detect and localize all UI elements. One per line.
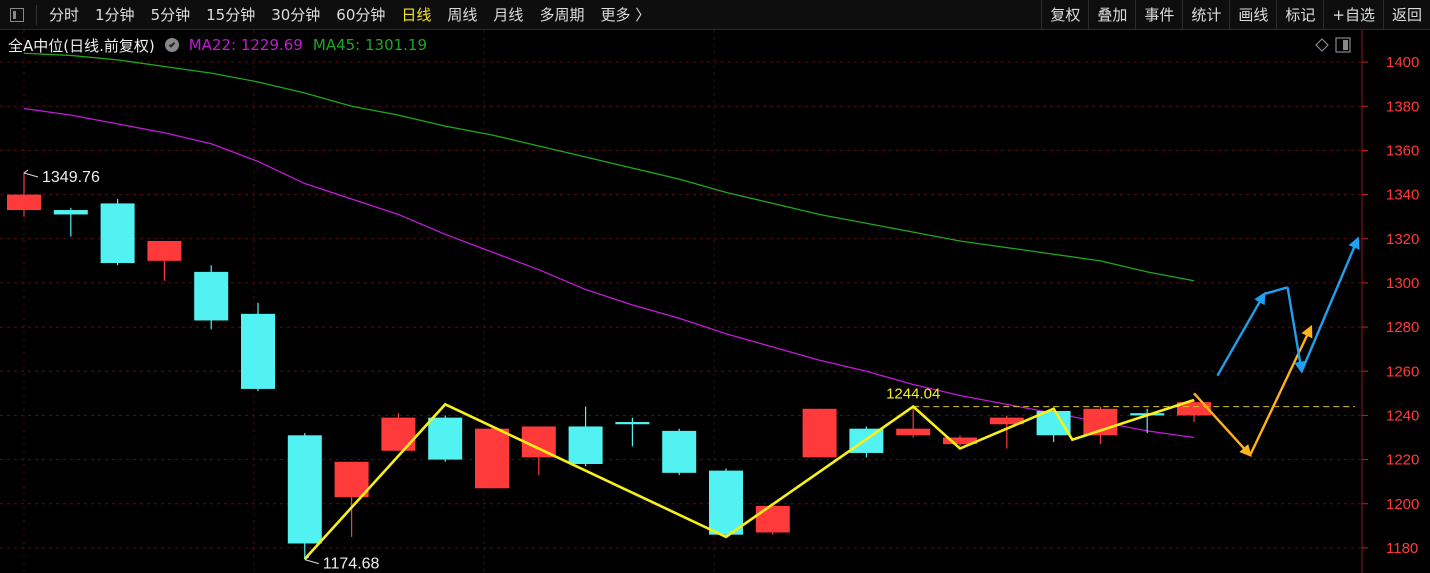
chart-toolbar: 分时 1分钟 5分钟 15分钟 30分钟 60分钟 日线 周线 月线 多周期 更多 〉 复权 叠加 事件… — [0, 0, 1430, 30]
candle-body-4 — [194, 271, 229, 321]
candle-body-16 — [755, 505, 790, 533]
period-tab-7[interactable]: 周线 — [439, 4, 485, 25]
price-tick-label-3: 1240 — [1386, 407, 1419, 424]
sidebar-toggle-icon[interactable] — [10, 7, 24, 22]
candle-body-7 — [334, 461, 369, 498]
price-tick-label-9: 1360 — [1386, 142, 1419, 159]
candle-body-0 — [7, 194, 41, 211]
toolbar-tools: 复权 叠加 事件 统计 画线 标记 +自选 返回 — [1041, 0, 1430, 30]
candle-body-13 — [615, 422, 650, 425]
period-tab-2[interactable]: 5分钟 — [143, 4, 199, 25]
period-tab-8[interactable]: 月线 — [485, 4, 531, 25]
toolbar-separator — [36, 4, 37, 25]
annotation-label-1: 1174.68 — [323, 556, 380, 573]
candle-body-8 — [381, 417, 416, 451]
price-tick-label-10: 1380 — [1386, 98, 1419, 115]
candle-body-19 — [896, 428, 931, 436]
diamond-icon[interactable] — [1315, 38, 1329, 52]
candles — [7, 172, 1211, 559]
tool-button-2[interactable]: 事件 — [1135, 0, 1182, 30]
tool-button-0[interactable]: 复权 — [1041, 0, 1088, 30]
price-tick-label-1: 1200 — [1386, 496, 1419, 513]
tool-button-6[interactable]: +自选 — [1323, 0, 1383, 30]
candle-body-10 — [475, 428, 509, 489]
candle-body-9 — [428, 417, 463, 460]
period-tab-9[interactable]: 多周期 — [531, 4, 592, 25]
orange-projection-segment-0 — [1193, 392, 1252, 457]
price-tick-label-5: 1280 — [1386, 319, 1419, 336]
price-tick-label-2: 1220 — [1386, 452, 1419, 469]
tool-button-4[interactable]: 画线 — [1229, 0, 1276, 30]
period-tab-6[interactable]: 日线 — [393, 4, 439, 25]
blue-projection-segment-0 — [1216, 291, 1266, 377]
tool-button-5[interactable]: 标记 — [1276, 0, 1323, 30]
period-tab-4[interactable]: 30分钟 — [263, 4, 328, 25]
price-tick-label-8: 1340 — [1386, 187, 1419, 204]
annotation-label-2: 1244.04 — [886, 385, 940, 402]
moving-averages — [23, 52, 1195, 439]
price-tick-label-11: 1400 — [1386, 54, 1419, 71]
candle-body-17 — [802, 408, 837, 458]
annotation-label-0: 1349.76 — [42, 169, 100, 186]
period-tab-1[interactable]: 1分钟 — [87, 4, 143, 25]
period-tabs: 分时 1分钟 5分钟 15分钟 30分钟 60分钟 日线 周线 月线 多周期 更多 〉 — [41, 4, 658, 25]
tool-button-3[interactable]: 统计 — [1182, 0, 1229, 30]
period-tab-10[interactable]: 更多 〉 — [592, 4, 658, 25]
candle-body-2 — [100, 203, 135, 264]
blue-projection-segment-2 — [1286, 287, 1306, 374]
panel-toggle-fill — [1343, 40, 1348, 50]
tool-button-1[interactable]: 叠加 — [1088, 0, 1135, 30]
candle-body-12 — [568, 426, 603, 464]
price-axis: 1180 1200 1220 1240 1260 1280 1300 1320 1340 1360… — [1361, 30, 1419, 573]
candle-body-14 — [662, 430, 697, 473]
orange-projection-segment-1 — [1249, 324, 1313, 456]
candle-body-6 — [287, 435, 322, 544]
period-tab-3[interactable]: 15分钟 — [198, 4, 263, 25]
price-tick-label-4: 1260 — [1386, 363, 1419, 380]
blue-projection-segment-1 — [1263, 286, 1288, 296]
price-tick-label-7: 1320 — [1386, 231, 1419, 248]
chart-corner-icons — [1315, 37, 1351, 53]
period-tab-0[interactable]: 分时 — [41, 4, 87, 25]
annotation-pointer-1 — [304, 559, 319, 565]
blue-projection-segment-3 — [1300, 236, 1360, 372]
candle-body-5 — [241, 313, 275, 389]
period-tab-5[interactable]: 60分钟 — [328, 4, 393, 25]
candlestick-chart: 1349.76 1174.68 1244.04 1180 1200 1220 1240 12… — [0, 30, 1419, 573]
ma45-line — [23, 52, 1195, 282]
price-tick-label-0: 1180 — [1386, 540, 1418, 557]
annotation-arrowhead-0 — [23, 169, 29, 174]
tool-button-7[interactable]: 返回 — [1382, 0, 1430, 30]
candle-body-3 — [147, 240, 182, 261]
candle-body-1 — [53, 210, 88, 215]
annotation-pointer-0 — [23, 172, 39, 178]
price-tick-label-6: 1300 — [1386, 275, 1419, 292]
candle-body-15 — [709, 470, 743, 535]
